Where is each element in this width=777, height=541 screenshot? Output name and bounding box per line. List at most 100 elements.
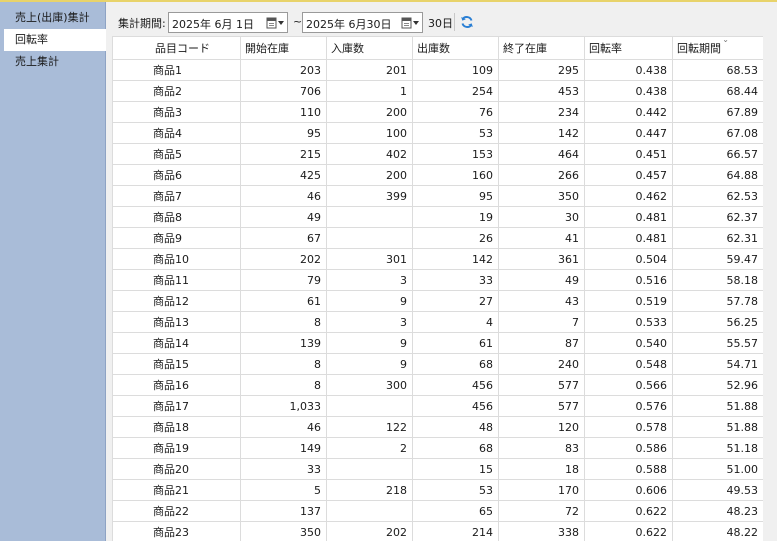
turnover-rate-cell[interactable]: 0.622	[584, 521, 673, 541]
turnover-period-cell[interactable]: 64.88	[672, 164, 763, 186]
sidebar-item-sales-summary[interactable]: 売上集計	[4, 51, 106, 73]
received-qty-cell[interactable]	[326, 458, 413, 480]
turnover-period-cell[interactable]: 62.37	[672, 206, 763, 228]
shipped-qty-cell[interactable]: 160	[412, 164, 499, 186]
closing-stock-cell[interactable]: 142	[498, 122, 585, 144]
closing-stock-cell[interactable]: 266	[498, 164, 585, 186]
opening-stock-cell[interactable]: 139	[240, 332, 327, 354]
table-row[interactable]: 商品8 49 19 30 0.481 62.37	[112, 206, 763, 228]
opening-stock-cell[interactable]: 350	[240, 521, 327, 541]
turnover-rate-cell[interactable]: 0.438	[584, 59, 673, 81]
column-header-turnover-period[interactable]: 回転期間 ⌄	[672, 36, 763, 60]
turnover-rate-cell[interactable]: 0.519	[584, 290, 673, 312]
closing-stock-cell[interactable]: 83	[498, 437, 585, 459]
received-qty-cell[interactable]	[326, 395, 413, 417]
turnover-rate-cell[interactable]: 0.622	[584, 500, 673, 522]
turnover-rate-cell[interactable]: 0.462	[584, 185, 673, 207]
received-qty-cell[interactable]: 9	[326, 290, 413, 312]
opening-stock-cell[interactable]: 46	[240, 185, 327, 207]
closing-stock-cell[interactable]: 170	[498, 479, 585, 501]
vertical-scrollbar[interactable]	[763, 36, 777, 541]
opening-stock-cell[interactable]: 8	[240, 353, 327, 375]
item-code-cell[interactable]: 商品7	[112, 185, 241, 207]
closing-stock-cell[interactable]: 350	[498, 185, 585, 207]
turnover-rate-cell[interactable]: 0.588	[584, 458, 673, 480]
item-code-cell[interactable]: 商品21	[112, 479, 241, 501]
item-code-cell[interactable]: 商品6	[112, 164, 241, 186]
received-qty-cell[interactable]: 3	[326, 269, 413, 291]
closing-stock-cell[interactable]: 464	[498, 143, 585, 165]
turnover-period-cell[interactable]: 51.18	[672, 437, 763, 459]
shipped-qty-cell[interactable]: 53	[412, 479, 499, 501]
closing-stock-cell[interactable]: 41	[498, 227, 585, 249]
item-code-cell[interactable]: 商品22	[112, 500, 241, 522]
item-code-cell[interactable]: 商品12	[112, 290, 241, 312]
item-code-cell[interactable]: 商品3	[112, 101, 241, 123]
turnover-rate-cell[interactable]: 0.438	[584, 80, 673, 102]
received-qty-cell[interactable]	[326, 227, 413, 249]
shipped-qty-cell[interactable]: 68	[412, 437, 499, 459]
turnover-rate-cell[interactable]: 0.540	[584, 332, 673, 354]
turnover-rate-cell[interactable]: 0.566	[584, 374, 673, 396]
item-code-cell[interactable]: 商品14	[112, 332, 241, 354]
received-qty-cell[interactable]: 9	[326, 353, 413, 375]
table-row[interactable]: 商品13 8 3 4 7 0.533 56.25	[112, 311, 763, 333]
shipped-qty-cell[interactable]: 456	[412, 395, 499, 417]
shipped-qty-cell[interactable]: 33	[412, 269, 499, 291]
item-code-cell[interactable]: 商品13	[112, 311, 241, 333]
closing-stock-cell[interactable]: 49	[498, 269, 585, 291]
shipped-qty-cell[interactable]: 15	[412, 458, 499, 480]
shipped-qty-cell[interactable]: 76	[412, 101, 499, 123]
table-row[interactable]: 商品6 425 200 160 266 0.457 64.88	[112, 164, 763, 186]
table-row[interactable]: 商品11 79 3 33 49 0.516 58.18	[112, 269, 763, 291]
received-qty-cell[interactable]	[326, 206, 413, 228]
received-qty-cell[interactable]: 9	[326, 332, 413, 354]
turnover-period-cell[interactable]: 54.71	[672, 353, 763, 375]
shipped-qty-cell[interactable]: 53	[412, 122, 499, 144]
received-qty-cell[interactable]: 2	[326, 437, 413, 459]
received-qty-cell[interactable]: 100	[326, 122, 413, 144]
turnover-rate-cell[interactable]: 0.451	[584, 143, 673, 165]
turnover-period-cell[interactable]: 51.88	[672, 416, 763, 438]
table-row[interactable]: 商品4 95 100 53 142 0.447 67.08	[112, 122, 763, 144]
start-date-picker[interactable]: 2025年 6月 1日	[168, 12, 288, 33]
received-qty-cell[interactable]: 218	[326, 479, 413, 501]
shipped-qty-cell[interactable]: 95	[412, 185, 499, 207]
table-row[interactable]: 商品18 46 122 48 120 0.578 51.88	[112, 416, 763, 438]
item-code-cell[interactable]: 商品5	[112, 143, 241, 165]
closing-stock-cell[interactable]: 18	[498, 458, 585, 480]
closing-stock-cell[interactable]: 240	[498, 353, 585, 375]
closing-stock-cell[interactable]: 120	[498, 416, 585, 438]
closing-stock-cell[interactable]: 7	[498, 311, 585, 333]
turnover-period-cell[interactable]: 66.57	[672, 143, 763, 165]
turnover-period-cell[interactable]: 67.08	[672, 122, 763, 144]
closing-stock-cell[interactable]: 577	[498, 395, 585, 417]
closing-stock-cell[interactable]: 338	[498, 521, 585, 541]
turnover-period-cell[interactable]: 52.96	[672, 374, 763, 396]
turnover-period-cell[interactable]: 68.53	[672, 59, 763, 81]
closing-stock-cell[interactable]: 72	[498, 500, 585, 522]
column-header-turnover-rate[interactable]: 回転率	[584, 36, 673, 60]
opening-stock-cell[interactable]: 137	[240, 500, 327, 522]
table-row[interactable]: 商品22 137 65 72 0.622 48.23	[112, 500, 763, 522]
end-date-picker[interactable]: 2025年 6月30日	[302, 12, 423, 33]
turnover-rate-cell[interactable]: 0.457	[584, 164, 673, 186]
turnover-rate-cell[interactable]: 0.504	[584, 248, 673, 270]
turnover-period-cell[interactable]: 48.23	[672, 500, 763, 522]
shipped-qty-cell[interactable]: 65	[412, 500, 499, 522]
calendar-dropdown-icon[interactable]	[400, 15, 420, 30]
turnover-period-cell[interactable]: 59.47	[672, 248, 763, 270]
turnover-rate-cell[interactable]: 0.533	[584, 311, 673, 333]
closing-stock-cell[interactable]: 87	[498, 332, 585, 354]
table-row[interactable]: 商品21 5 218 53 170 0.606 49.53	[112, 479, 763, 501]
turnover-rate-cell[interactable]: 0.576	[584, 395, 673, 417]
table-row[interactable]: 商品2 706 1 254 453 0.438 68.44	[112, 80, 763, 102]
turnover-period-cell[interactable]: 57.78	[672, 290, 763, 312]
item-code-cell[interactable]: 商品18	[112, 416, 241, 438]
item-code-cell[interactable]: 商品17	[112, 395, 241, 417]
table-row[interactable]: 商品7 46 399 95 350 0.462 62.53	[112, 185, 763, 207]
opening-stock-cell[interactable]: 33	[240, 458, 327, 480]
shipped-qty-cell[interactable]: 456	[412, 374, 499, 396]
item-code-cell[interactable]: 商品4	[112, 122, 241, 144]
item-code-cell[interactable]: 商品15	[112, 353, 241, 375]
